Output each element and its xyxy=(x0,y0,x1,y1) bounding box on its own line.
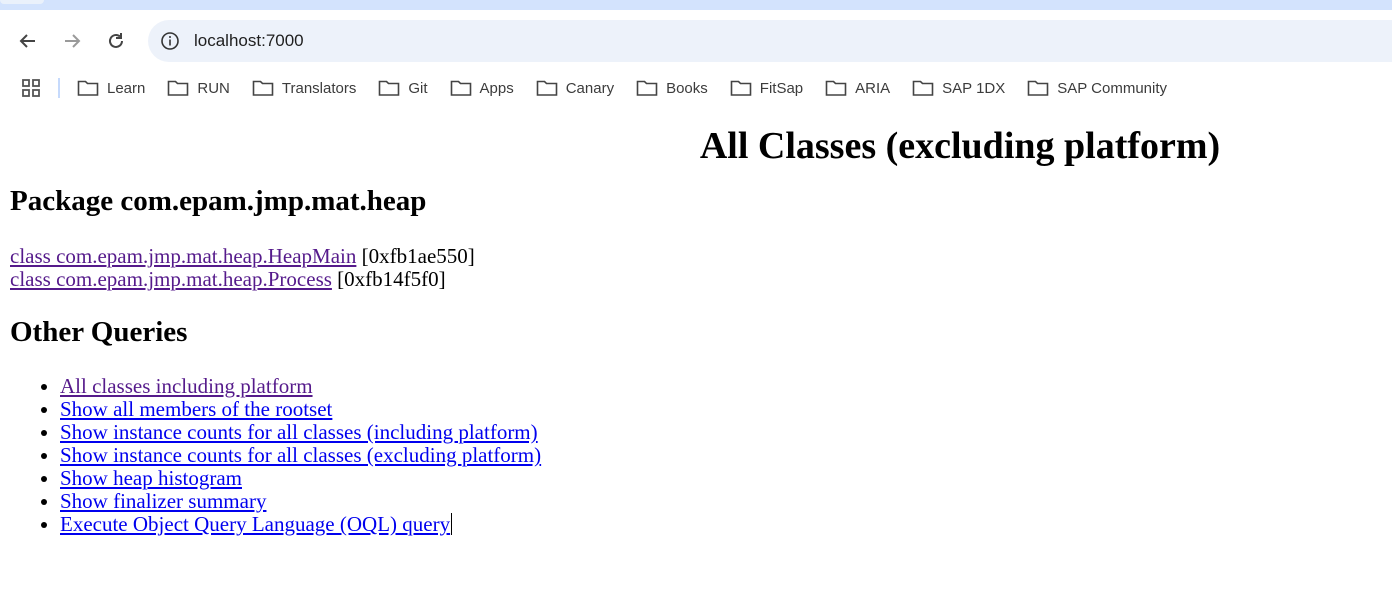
query-link-heap-histogram[interactable]: Show heap histogram xyxy=(60,466,242,490)
list-item: Show all members of the rootset xyxy=(60,398,541,421)
bookmark-label: Books xyxy=(666,79,708,97)
arrow-right-icon xyxy=(65,34,81,48)
browser-toolbar: localhost:7000 xyxy=(0,10,1392,72)
folder-icon xyxy=(450,80,471,96)
queries-list: All classes including platform Show all … xyxy=(10,375,541,536)
query-link-instance-counts-including[interactable]: Show instance counts for all classes (in… xyxy=(60,420,538,444)
class-link-heapmain[interactable]: class com.epam.jmp.mat.heap.HeapMain xyxy=(10,244,356,268)
arrow-left-icon xyxy=(19,34,35,48)
bookmark-item[interactable]: Apps xyxy=(450,79,514,97)
bookmark-label: Learn xyxy=(107,79,146,97)
list-item: All classes including platform xyxy=(60,375,541,398)
bookmarks-separator xyxy=(58,78,60,98)
bookmark-item[interactable]: Canary xyxy=(536,79,614,97)
class-list: class com.epam.jmp.mat.heap.HeapMain [0x… xyxy=(10,245,541,291)
query-link-oql[interactable]: Execute Object Query Language (OQL) quer… xyxy=(60,512,450,536)
folder-icon xyxy=(379,80,400,96)
bookmark-label: SAP 1DX xyxy=(942,79,1006,97)
folder-icon xyxy=(636,80,658,96)
folder-icon xyxy=(912,80,934,96)
class-entry: class com.epam.jmp.mat.heap.HeapMain [0x… xyxy=(10,245,541,268)
list-item: Execute Object Query Language (OQL) quer… xyxy=(60,513,541,536)
folder-icon xyxy=(252,80,274,96)
folder-icon xyxy=(825,80,847,96)
class-address: [0xfb1ae550] xyxy=(361,244,475,268)
bookmark-label: SAP Community xyxy=(1057,79,1168,97)
other-queries-heading: Other Queries xyxy=(10,316,188,348)
class-address: [0xfb14f5f0] xyxy=(337,267,446,291)
reload-icon xyxy=(109,33,123,48)
bookmark-label: RUN xyxy=(197,79,230,97)
apps-grid-icon[interactable] xyxy=(20,77,42,99)
tab-stub[interactable] xyxy=(0,0,44,4)
class-link-process[interactable]: class com.epam.jmp.mat.heap.Process xyxy=(10,267,332,291)
bookmarks-bar: Learn RUN Translators Git Apps Canary Books Fit… xyxy=(0,72,1392,104)
query-link-finalizer-summary[interactable]: Show finalizer summary xyxy=(60,489,266,513)
bookmark-label: FitSap xyxy=(759,79,804,97)
text-cursor xyxy=(451,513,453,535)
bookmark-label: Git xyxy=(408,79,428,97)
bookmark-item[interactable]: Learn xyxy=(77,79,145,97)
bookmark-item[interactable]: Books xyxy=(636,79,708,97)
folder-icon xyxy=(536,80,558,96)
tab-strip xyxy=(0,0,1392,10)
info-icon[interactable] xyxy=(160,31,180,51)
back-button[interactable] xyxy=(11,24,45,58)
list-item: Show instance counts for all classes (ex… xyxy=(60,444,541,467)
url-text[interactable]: localhost:7000 xyxy=(194,31,304,51)
folder-icon xyxy=(168,80,189,96)
folder-icon xyxy=(730,80,752,96)
folder-icon xyxy=(1027,80,1049,96)
query-link-instance-counts-excluding[interactable]: Show instance counts for all classes (ex… xyxy=(60,443,541,467)
list-item: Show instance counts for all classes (in… xyxy=(60,421,541,444)
query-link-rootset[interactable]: Show all members of the rootset xyxy=(60,397,332,421)
bookmark-item[interactable]: SAP Community xyxy=(1027,79,1167,97)
reload-button[interactable] xyxy=(99,24,133,58)
list-item: Show finalizer summary xyxy=(60,490,541,513)
bookmark-label: ARIA xyxy=(855,79,891,97)
bookmark-label: Canary xyxy=(565,79,615,97)
bookmark-item[interactable]: FitSap xyxy=(730,79,803,97)
package-heading: Package com.epam.jmp.mat.heap xyxy=(10,185,427,217)
bookmark-label: Apps xyxy=(479,79,514,97)
bookmark-item[interactable]: RUN xyxy=(167,79,230,97)
query-link-all-classes[interactable]: All classes including platform xyxy=(60,374,313,398)
page-title: All Classes (excluding platform) xyxy=(699,125,1221,167)
bookmark-label: Translators xyxy=(281,79,357,97)
address-bar[interactable]: localhost:7000 xyxy=(148,20,1392,62)
forward-button[interactable] xyxy=(55,24,89,58)
bookmark-item[interactable]: Translators xyxy=(252,79,356,97)
bookmark-item[interactable]: Git xyxy=(378,79,428,97)
list-item: Show heap histogram xyxy=(60,467,541,490)
bookmark-item[interactable]: ARIA xyxy=(825,79,890,97)
class-entry: class com.epam.jmp.mat.heap.Process [0xf… xyxy=(10,268,541,291)
bookmark-item[interactable]: SAP 1DX xyxy=(912,79,1005,97)
folder-icon xyxy=(77,80,99,96)
